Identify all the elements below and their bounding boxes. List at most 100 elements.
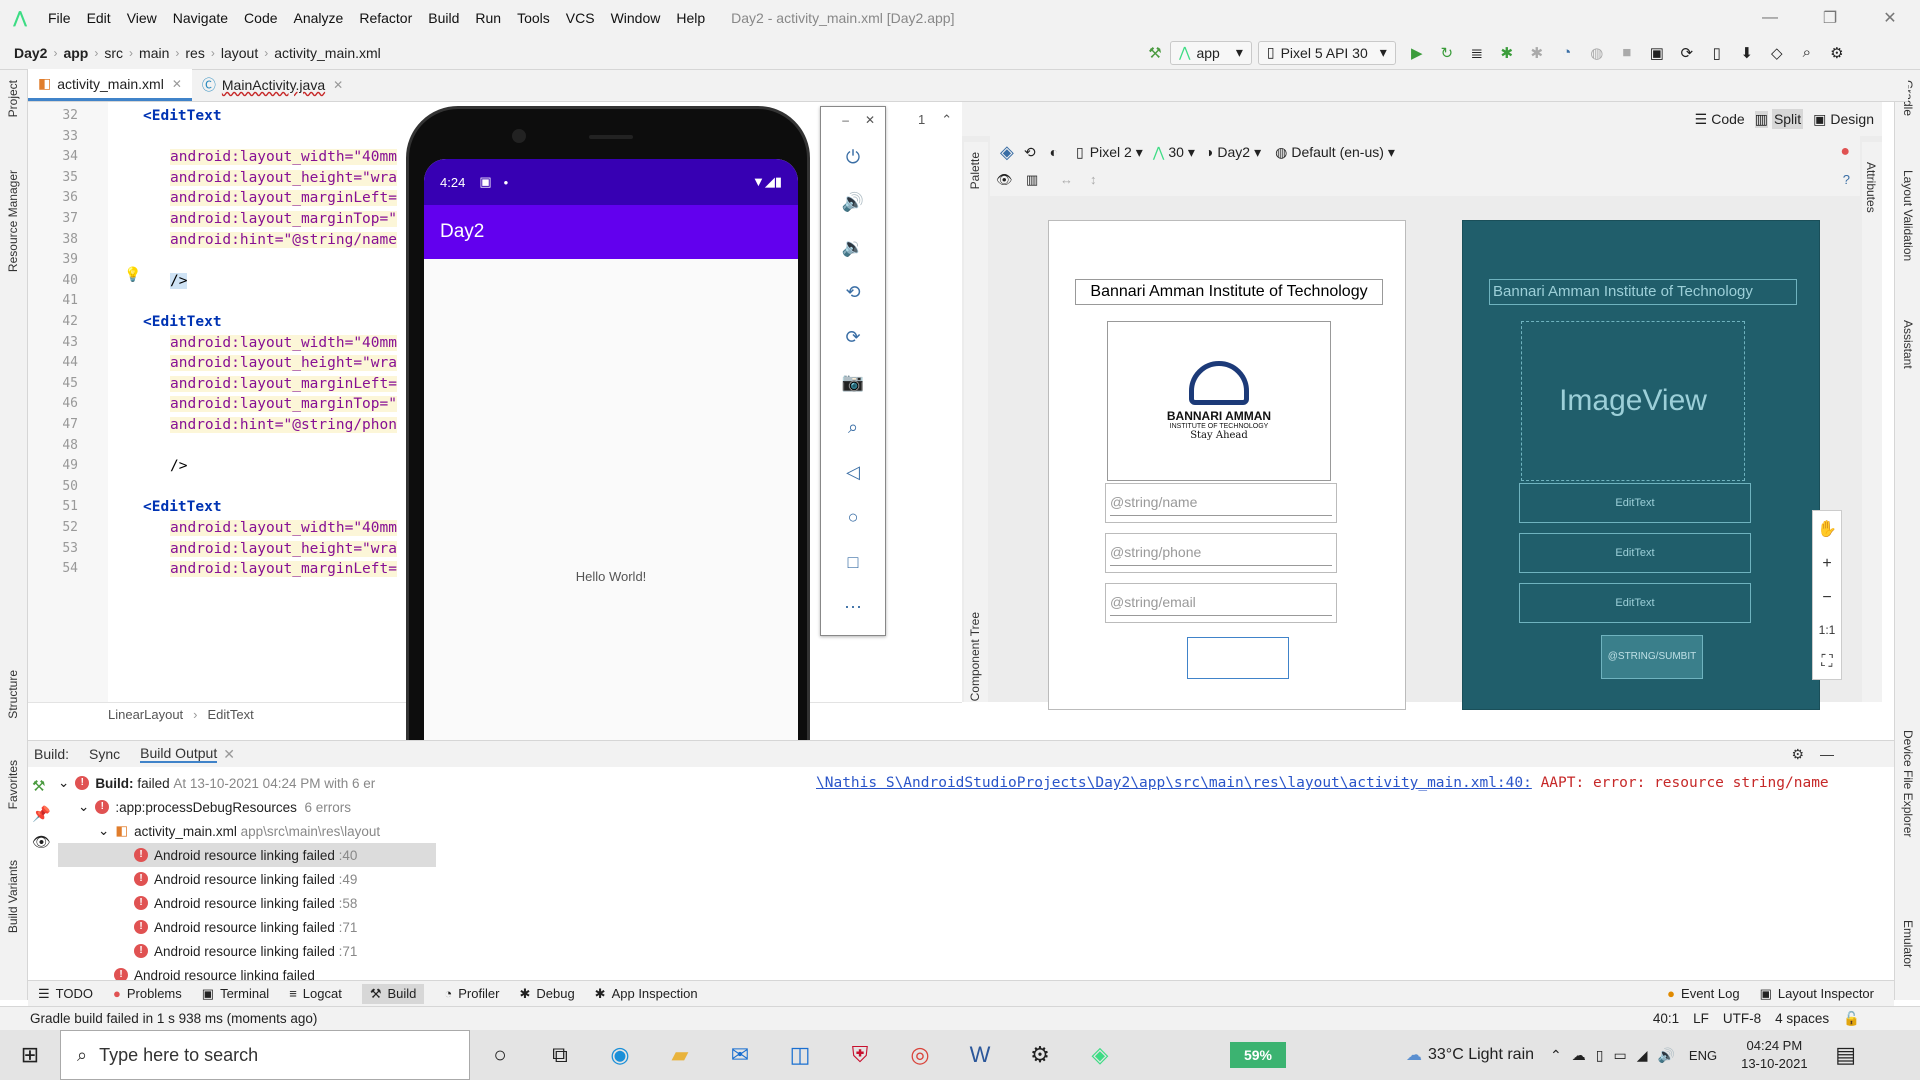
store-icon[interactable]: ◫ <box>770 1030 830 1080</box>
preview-name-edittext[interactable]: @string/name <box>1105 483 1337 523</box>
code-line[interactable]: <EditText <box>143 499 222 515</box>
apply-changes-icon[interactable]: ↻ <box>1432 41 1462 65</box>
build-root-row[interactable]: ⌄! Build: failed At 13-10-2021 04:24 PM … <box>58 771 436 795</box>
attributes-tab[interactable]: Attributes <box>1864 162 1878 213</box>
mail-icon[interactable]: ✉ <box>710 1030 770 1080</box>
android-studio-taskbar-icon[interactable]: ◈ <box>1070 1030 1130 1080</box>
menu-view[interactable]: View <box>119 10 165 26</box>
code-mode-button[interactable]: Code <box>1711 111 1744 127</box>
breadcrumb-file[interactable]: activity_main.xml <box>268 45 387 61</box>
task-view-icon[interactable]: ⧉ <box>530 1030 590 1080</box>
battery-indicator[interactable]: 59% <box>1230 1042 1286 1068</box>
gradle-icon[interactable]: ◇ <box>1762 41 1792 65</box>
zoom-in-icon[interactable]: + <box>1822 555 1831 573</box>
language-indicator[interactable]: ENG <box>1689 1048 1717 1063</box>
home-button-icon[interactable]: ○ <box>821 495 885 540</box>
emulator-tool-tab[interactable]: Emulator <box>1901 920 1915 968</box>
build-error-row[interactable]: ! Android resource linking failed :49 <box>58 867 436 891</box>
profile-icon[interactable]: ◔ <box>1552 41 1582 65</box>
indent-setting[interactable]: 4 spaces <box>1775 1011 1829 1027</box>
build-variants-tool-tab[interactable]: Build Variants <box>6 860 20 933</box>
logcat-tool-button[interactable]: ≡ Logcat <box>289 986 342 1001</box>
code-line[interactable]: android:layout_width="40mm <box>170 520 397 536</box>
code-line[interactable]: <EditText <box>143 108 222 124</box>
menu-vcs[interactable]: VCS <box>558 10 603 26</box>
close-icon[interactable]: ✕ <box>1860 0 1920 36</box>
network-icon[interactable]: ◢ <box>1637 1047 1648 1064</box>
menu-code[interactable]: Code <box>236 10 285 26</box>
menu-navigate[interactable]: Navigate <box>165 10 236 26</box>
build-settings-icon[interactable]: ⚙ <box>1791 746 1804 763</box>
menu-analyze[interactable]: Analyze <box>286 10 352 26</box>
zoom-actual-button[interactable]: 1:1 <box>1819 623 1836 637</box>
menu-refactor[interactable]: Refactor <box>351 10 420 26</box>
help-icon[interactable]: ? <box>1843 172 1850 187</box>
run-config-dropdown[interactable]: ⋀ app ▾ <box>1170 40 1252 65</box>
zoom-icon[interactable]: ⌕ <box>821 405 885 450</box>
event-log-tool-button[interactable]: ● Event Log <box>1667 986 1739 1001</box>
code-line[interactable]: /> <box>170 272 188 289</box>
coverage-icon[interactable]: ◍ <box>1582 41 1612 65</box>
volume-up-icon[interactable]: 🔊 <box>821 180 885 225</box>
windows-start-icon[interactable]: ⊞ <box>0 1030 60 1080</box>
project-tool-tab[interactable]: Project <box>6 80 20 117</box>
breadcrumb-layout[interactable]: layout <box>215 45 264 61</box>
menu-window[interactable]: Window <box>603 10 669 26</box>
build-tool-button[interactable]: ⚒ Build <box>361 983 425 1004</box>
crumb-edittext[interactable]: EditText <box>208 707 254 722</box>
previous-occurrence-icon[interactable]: ⌃ <box>941 112 952 128</box>
component-tree-tab[interactable]: Component Tree <box>968 612 982 701</box>
sync-tab[interactable]: Sync <box>89 746 120 762</box>
avd-manager-icon[interactable]: ▯ <box>1702 41 1732 65</box>
close-tab-icon[interactable]: ✕ <box>172 77 182 91</box>
todo-tool-button[interactable]: ☰ TODO <box>38 986 93 1002</box>
tab-activity-main[interactable]: ◧ activity_main.xml ✕ <box>28 69 192 101</box>
device-dropdown[interactable]: ▯ Pixel 5 API 30 ▾ <box>1257 40 1396 65</box>
emulator-close-icon[interactable]: ✕ <box>865 113 875 129</box>
zoom-fit-icon[interactable]: ⛶ <box>1821 653 1832 671</box>
code-mode-icon[interactable]: ☰ <box>1695 111 1708 128</box>
build-error-row[interactable]: ! Android resource linking failed :71 <box>58 939 436 963</box>
code-line[interactable]: /> <box>170 458 187 474</box>
edge-icon[interactable]: ◉ <box>590 1030 650 1080</box>
code-line[interactable]: android:layout_height="wra <box>170 169 397 186</box>
code-line[interactable]: android:hint="@string/name <box>170 231 397 248</box>
more-icon[interactable]: ⋯ <box>821 585 885 630</box>
code-line[interactable]: android:layout_width="40mm <box>170 334 397 351</box>
hide-panel-icon[interactable]: — <box>1820 746 1834 762</box>
chrome-icon[interactable]: ◎ <box>890 1030 950 1080</box>
menu-build[interactable]: Build <box>420 10 467 26</box>
breadcrumb-project[interactable]: Day2 <box>0 45 53 61</box>
blueprint-edittext[interactable]: EditText <box>1519 583 1751 623</box>
screenshot-icon[interactable]: 📷 <box>821 360 885 405</box>
battery-icon[interactable]: ▭ <box>1613 1047 1626 1064</box>
build-error-row[interactable]: ! Android resource linking failed :71 <box>58 915 436 939</box>
code-line[interactable]: android:layout_height="wra <box>170 540 397 557</box>
code-line[interactable]: android:layout_height="wra <box>170 355 397 372</box>
layout-validation-tool-tab[interactable]: Layout Validation <box>1901 170 1915 261</box>
close-build-output-icon[interactable]: ✕ <box>223 746 235 763</box>
project-structure-icon[interactable]: ▣ <box>1642 41 1672 65</box>
sdk-manager-icon[interactable]: ⬇ <box>1732 41 1762 65</box>
line-separator[interactable]: LF <box>1693 1011 1709 1027</box>
device-file-explorer-tool-tab[interactable]: Device File Explorer <box>1901 730 1915 837</box>
search-icon[interactable]: ⌕ <box>1792 41 1822 65</box>
maximize-icon[interactable]: ❐ <box>1800 0 1860 36</box>
weather-text[interactable]: 33°C Light rain <box>1428 1046 1534 1064</box>
file-explorer-icon[interactable]: ▰ <box>650 1030 710 1080</box>
code-line[interactable]: android:layout_marginTop=" <box>170 396 397 413</box>
preview-submit-button[interactable] <box>1187 637 1289 679</box>
close-tab-icon[interactable]: ✕ <box>333 78 343 92</box>
code-line[interactable]: android:layout_width="40mm <box>170 149 397 166</box>
emulator-minimize-icon[interactable]: – <box>842 113 849 129</box>
problems-tool-button[interactable]: ● Problems <box>113 986 182 1001</box>
build-file-row[interactable]: ⌄ ◧ activity_main.xml app\src\main\res\la… <box>58 819 436 843</box>
pin-icon[interactable]: 📌 <box>32 805 51 823</box>
volume-icon[interactable]: 🔊 <box>1657 1047 1674 1064</box>
api-dropdown[interactable]: 30 <box>1168 144 1184 160</box>
error-file-link[interactable]: \Nathis S\AndroidStudioProjects\Day2\app… <box>816 775 1532 791</box>
taskbar-search-box[interactable]: ⌕ Type here to search <box>60 1030 470 1080</box>
build-task-row[interactable]: ⌄! :app:processDebugResources 6 errors <box>58 795 436 819</box>
breadcrumb-res[interactable]: res <box>179 45 210 61</box>
attach-debugger-icon[interactable]: ✱ <box>1522 41 1552 65</box>
